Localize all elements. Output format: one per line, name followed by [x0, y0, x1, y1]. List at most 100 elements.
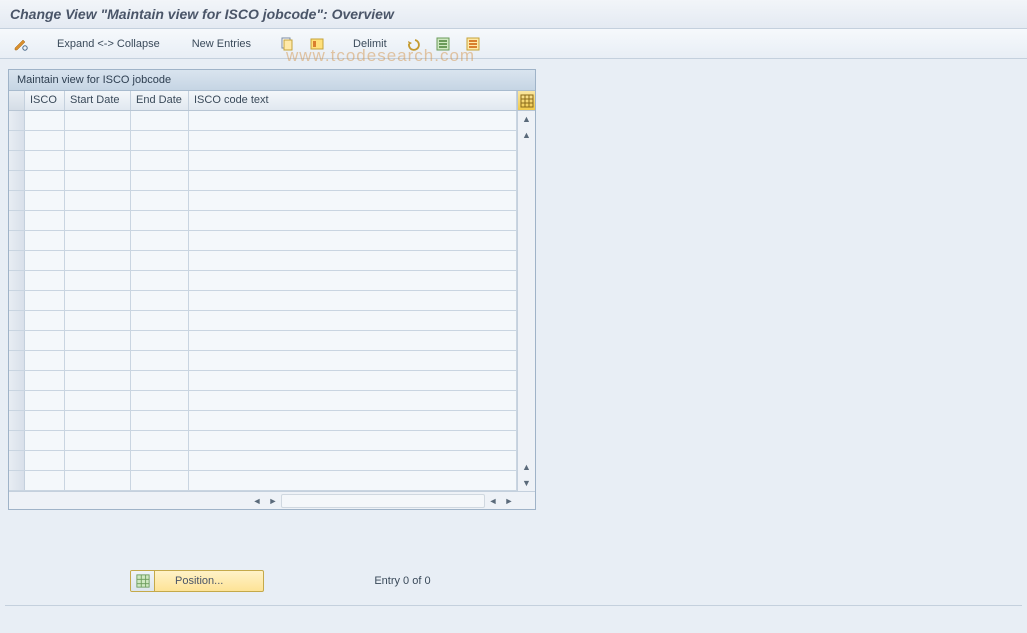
cell-isco[interactable]	[25, 371, 65, 390]
cell-isco[interactable]	[25, 171, 65, 190]
cell-isco[interactable]	[25, 111, 65, 130]
cell-end-date[interactable]	[131, 191, 189, 210]
row-selector[interactable]	[9, 131, 25, 150]
cell-end-date[interactable]	[131, 271, 189, 290]
cell-isco-text[interactable]	[189, 311, 517, 330]
row-selector[interactable]	[9, 211, 25, 230]
cell-isco-text[interactable]	[189, 111, 517, 130]
cell-start-date[interactable]	[65, 211, 131, 230]
cell-start-date[interactable]	[65, 451, 131, 470]
cell-isco[interactable]	[25, 211, 65, 230]
scroll-left-arrow-icon[interactable]: ◄	[250, 494, 264, 508]
cell-isco-text[interactable]	[189, 331, 517, 350]
select-all-column-header[interactable]	[9, 91, 25, 110]
row-selector[interactable]	[9, 191, 25, 210]
row-selector[interactable]	[9, 271, 25, 290]
cell-isco[interactable]	[25, 251, 65, 270]
scroll-down-arrow-icon[interactable]: ▲	[519, 459, 535, 475]
cell-isco[interactable]	[25, 231, 65, 250]
cell-end-date[interactable]	[131, 111, 189, 130]
cell-isco[interactable]	[25, 451, 65, 470]
cell-end-date[interactable]	[131, 171, 189, 190]
cell-start-date[interactable]	[65, 391, 131, 410]
cell-isco-text[interactable]	[189, 391, 517, 410]
cell-isco[interactable]	[25, 151, 65, 170]
cell-end-date[interactable]	[131, 311, 189, 330]
cell-start-date[interactable]	[65, 151, 131, 170]
cell-isco[interactable]	[25, 271, 65, 290]
row-selector[interactable]	[9, 311, 25, 330]
table-settings-button[interactable]	[517, 91, 535, 110]
cell-start-date[interactable]	[65, 111, 131, 130]
select-all-button[interactable]	[430, 33, 456, 55]
cell-isco-text[interactable]	[189, 431, 517, 450]
copy-button[interactable]	[274, 33, 300, 55]
deselect-all-button[interactable]	[460, 33, 486, 55]
cell-isco-text[interactable]	[189, 411, 517, 430]
cell-isco[interactable]	[25, 291, 65, 310]
row-selector[interactable]	[9, 251, 25, 270]
cell-end-date[interactable]	[131, 231, 189, 250]
cell-start-date[interactable]	[65, 431, 131, 450]
cell-isco-text[interactable]	[189, 191, 517, 210]
cell-isco-text[interactable]	[189, 131, 517, 150]
row-selector[interactable]	[9, 351, 25, 370]
scroll-down-arrow2-icon[interactable]: ▼	[519, 475, 535, 491]
row-selector[interactable]	[9, 291, 25, 310]
cell-isco-text[interactable]	[189, 351, 517, 370]
cell-end-date[interactable]	[131, 451, 189, 470]
cell-start-date[interactable]	[65, 131, 131, 150]
cell-end-date[interactable]	[131, 371, 189, 390]
cell-isco[interactable]	[25, 131, 65, 150]
cell-isco[interactable]	[25, 331, 65, 350]
row-selector[interactable]	[9, 171, 25, 190]
cell-end-date[interactable]	[131, 391, 189, 410]
cell-start-date[interactable]	[65, 191, 131, 210]
cell-isco-text[interactable]	[189, 471, 517, 490]
cell-start-date[interactable]	[65, 371, 131, 390]
cell-start-date[interactable]	[65, 331, 131, 350]
cell-isco-text[interactable]	[189, 251, 517, 270]
cell-isco[interactable]	[25, 351, 65, 370]
row-selector[interactable]	[9, 231, 25, 250]
cell-isco-text[interactable]	[189, 451, 517, 470]
expand-collapse-button[interactable]: Expand <-> Collapse	[48, 34, 169, 54]
delimit-button[interactable]: Delimit	[344, 34, 396, 54]
cell-isco[interactable]	[25, 191, 65, 210]
row-selector[interactable]	[9, 471, 25, 490]
cell-isco-text[interactable]	[189, 151, 517, 170]
row-selector[interactable]	[9, 391, 25, 410]
scroll-right-arrow-icon[interactable]: ►	[502, 494, 516, 508]
cell-start-date[interactable]	[65, 471, 131, 490]
cell-isco-text[interactable]	[189, 371, 517, 390]
column-header-start-date[interactable]: Start Date	[65, 91, 131, 110]
cell-start-date[interactable]	[65, 251, 131, 270]
row-selector[interactable]	[9, 151, 25, 170]
row-selector[interactable]	[9, 331, 25, 350]
scroll-up-arrow-icon[interactable]: ▲	[519, 111, 535, 127]
cell-end-date[interactable]	[131, 471, 189, 490]
hscroll-track[interactable]	[281, 494, 485, 508]
cell-end-date[interactable]	[131, 411, 189, 430]
cell-isco-text[interactable]	[189, 231, 517, 250]
undo-button[interactable]	[400, 33, 426, 55]
cell-isco-text[interactable]	[189, 271, 517, 290]
cell-start-date[interactable]	[65, 411, 131, 430]
cell-isco[interactable]	[25, 391, 65, 410]
cell-end-date[interactable]	[131, 131, 189, 150]
cell-isco[interactable]	[25, 311, 65, 330]
cell-start-date[interactable]	[65, 271, 131, 290]
scroll-up-arrow2-icon[interactable]: ▲	[519, 127, 535, 143]
row-selector[interactable]	[9, 111, 25, 130]
horizontal-scrollbar[interactable]: ◄ ► ◄ ►	[9, 491, 535, 509]
cell-start-date[interactable]	[65, 171, 131, 190]
cell-isco[interactable]	[25, 431, 65, 450]
position-button[interactable]: Position...	[130, 570, 264, 592]
cell-end-date[interactable]	[131, 211, 189, 230]
scroll-left-inner-arrow-icon[interactable]: ◄	[486, 494, 500, 508]
scroll-right-inner-arrow-icon[interactable]: ►	[266, 494, 280, 508]
vertical-scrollbar[interactable]: ▲ ▲ ▲ ▼	[517, 111, 535, 491]
copy-highlight-button[interactable]	[304, 33, 330, 55]
cell-isco[interactable]	[25, 411, 65, 430]
cell-isco[interactable]	[25, 471, 65, 490]
